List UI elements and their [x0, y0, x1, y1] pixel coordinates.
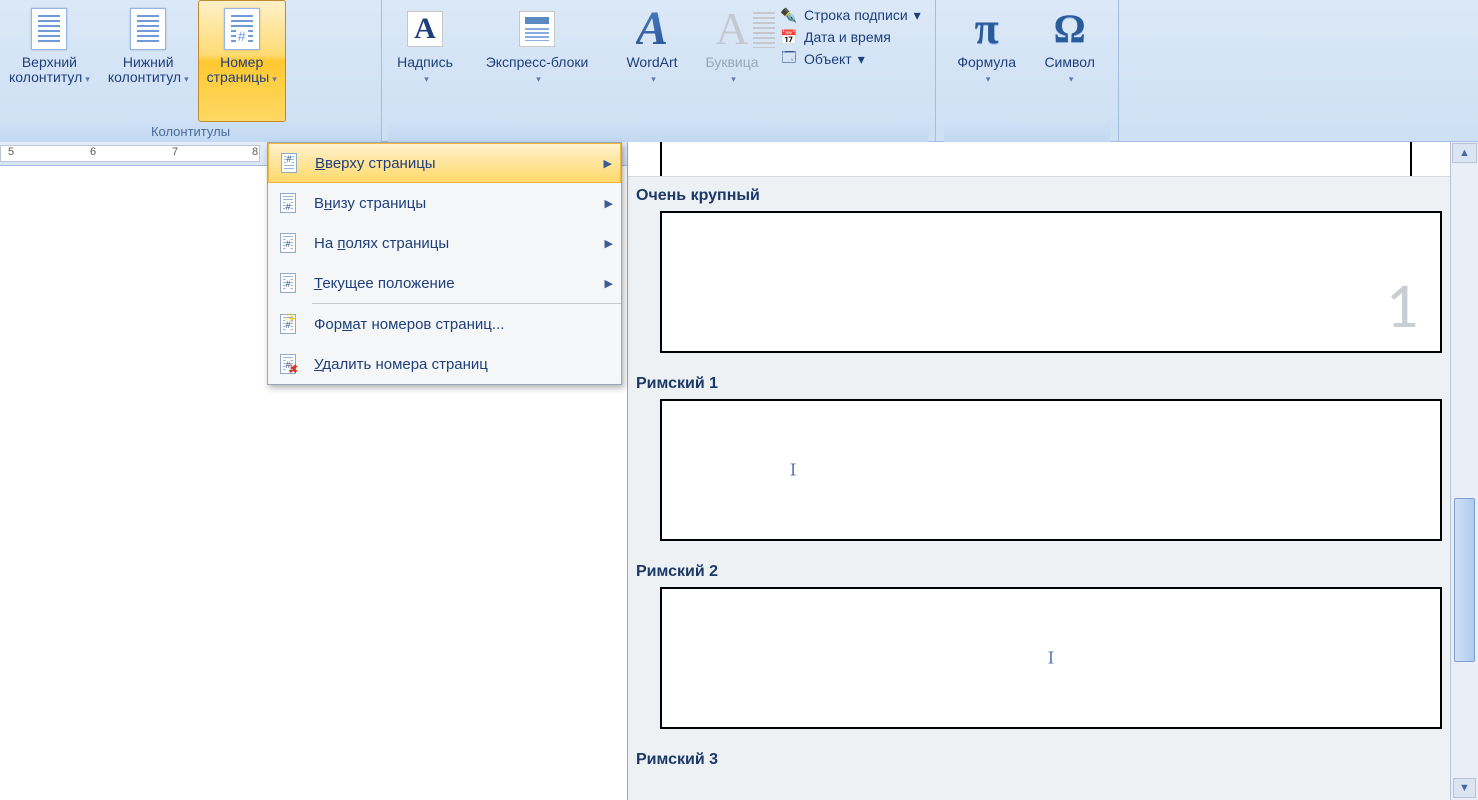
- ribbon: Верхний колонтитул▾ Нижний колонтитул▾ Н…: [0, 0, 1478, 142]
- page-top-icon: [277, 153, 301, 173]
- ruler-tick: 7: [172, 146, 178, 158]
- group-label: [388, 122, 929, 142]
- dropdown-arrow-icon: ▾: [986, 74, 991, 84]
- blocks-icon: [517, 7, 557, 51]
- label: верху страницы: [325, 155, 436, 172]
- submenu-arrow-icon: ▶: [605, 277, 613, 290]
- object-icon: 🗔: [780, 50, 798, 68]
- wordart-icon: A: [632, 7, 672, 51]
- dropdown-arrow-icon: ▾: [272, 74, 277, 84]
- submenu-arrow-icon: ▶: [605, 237, 613, 250]
- wordart-button[interactable]: A WordArt ▾: [612, 0, 692, 122]
- dropdown-arrow-icon: ▾: [731, 74, 736, 84]
- label: Объект: [804, 51, 852, 67]
- label: Нижний колонтитул: [108, 54, 181, 85]
- date-time-button[interactable]: 📅 Дата и время: [772, 26, 929, 48]
- ribbon-group-symbols: π Формула ▾ Ω Символ ▾: [936, 0, 1119, 142]
- menu-remove-numbers[interactable]: ✖ Удалить номера страниц: [268, 344, 621, 384]
- dropdown-arrow-icon: ▾: [184, 74, 189, 84]
- preview-number: I: [790, 460, 796, 481]
- menu-page-margins[interactable]: На полях страницы ▶: [268, 223, 621, 263]
- label: Надпись: [397, 54, 453, 70]
- symbol-button[interactable]: Ω Символ ▾: [1030, 0, 1110, 122]
- bottom-header-button[interactable]: Нижний колонтитул▾: [99, 0, 198, 122]
- ribbon-group-headers: Верхний колонтитул▾ Нижний колонтитул▾ Н…: [0, 0, 382, 142]
- menu-top-of-page[interactable]: Вверху страницы ▶: [268, 143, 621, 183]
- dropdown-arrow-icon: ▾: [1069, 74, 1074, 84]
- equation-button[interactable]: π Формула ▾: [944, 0, 1030, 122]
- vertical-scrollbar[interactable]: ▲ ▼: [1450, 142, 1478, 800]
- page-number-gallery: Очень крупный 1 Римский 1 I Римский 2 I …: [627, 142, 1450, 800]
- page-current-icon: [276, 273, 300, 293]
- top-header-button[interactable]: Верхний колонтитул▾: [0, 0, 99, 122]
- group-label: Колонтитулы: [0, 122, 381, 142]
- ruler-tick: 8: [252, 146, 258, 158]
- label: Символ: [1044, 54, 1094, 70]
- dropdown-arrow-icon: ▾: [858, 51, 865, 68]
- signature-icon: ✒️: [780, 6, 798, 24]
- object-button[interactable]: 🗔 Объект ▾: [772, 48, 929, 70]
- scrollbar-thumb[interactable]: [1454, 498, 1475, 662]
- dropcap-button: A Буквица ▾: [692, 0, 772, 122]
- preview-number: 1: [1386, 267, 1418, 345]
- ribbon-group-text: A Надпись ▾ Экспресс-блоки ▾ A WordArt ▾ A …: [382, 0, 936, 142]
- quick-parts-button[interactable]: Экспресс-блоки ▾: [462, 0, 612, 122]
- calendar-icon: 📅: [780, 28, 798, 46]
- omega-icon: Ω: [1050, 7, 1090, 51]
- gallery-item-roman-2[interactable]: I: [660, 587, 1442, 729]
- ruler-visible: [0, 145, 260, 162]
- label: Формула: [957, 54, 1016, 70]
- dropdown-arrow-icon: ▾: [914, 7, 921, 24]
- submenu-arrow-icon: ▶: [604, 157, 612, 170]
- gallery-item-roman-1[interactable]: I: [660, 399, 1442, 541]
- menu-bottom-of-page[interactable]: Внизу страницы ▶: [268, 183, 621, 223]
- gallery-item-partial[interactable]: [628, 142, 1450, 177]
- scroll-down-button[interactable]: ▼: [1453, 778, 1476, 798]
- dropdown-arrow-icon: ▾: [85, 74, 90, 84]
- format-icon: ✨: [276, 314, 300, 334]
- textbox-icon: A: [405, 7, 445, 51]
- page-number-button[interactable]: Номер страницы▾: [198, 0, 286, 122]
- page-icon: [29, 7, 69, 51]
- signature-line-button[interactable]: ✒️ Строка подписи ▾: [772, 4, 929, 26]
- ruler-tick: 5: [8, 146, 14, 158]
- ruler-tick: 6: [90, 146, 96, 158]
- group-label: [944, 122, 1110, 142]
- dropdown-arrow-icon: ▾: [651, 74, 656, 84]
- scroll-up-button[interactable]: ▲: [1452, 143, 1477, 163]
- dropdown-arrow-icon: ▾: [424, 74, 429, 84]
- label: Верхний колонтитул: [9, 54, 82, 85]
- remove-icon: ✖: [276, 354, 300, 374]
- page-number-icon: [222, 7, 262, 51]
- page-bottom-icon: [276, 193, 300, 213]
- gallery-item-large-right[interactable]: 1: [660, 211, 1442, 353]
- textbox-button[interactable]: A Надпись ▾: [388, 0, 462, 122]
- submenu-arrow-icon: ▶: [605, 197, 613, 210]
- label: Дата и время: [804, 29, 891, 45]
- pi-icon: π: [967, 7, 1007, 51]
- label: WordArt: [626, 54, 677, 70]
- label: Строка подписи: [804, 7, 908, 23]
- label: Экспресс-блоки: [486, 54, 589, 70]
- gallery-section-title: Римский 2: [628, 553, 1450, 587]
- gallery-section-title: Очень крупный: [628, 177, 1450, 211]
- page-icon: [128, 7, 168, 51]
- gallery-section-title: Римский 1: [628, 365, 1450, 399]
- page-number-dropdown: Вверху страницы ▶ Внизу страницы ▶ На по…: [267, 142, 622, 385]
- page-margins-icon: [276, 233, 300, 253]
- gallery-section-title: Римский 3: [628, 741, 1450, 775]
- menu-format-numbers[interactable]: ✨ Формат номеров страниц...: [268, 304, 621, 344]
- menu-current-position[interactable]: Текущее положение ▶: [268, 263, 621, 303]
- dropcap-icon: A: [712, 7, 752, 51]
- label: Буквица: [705, 54, 758, 70]
- label: Номер страницы: [207, 54, 270, 85]
- preview-number: I: [1048, 648, 1054, 669]
- dropdown-arrow-icon: ▾: [536, 74, 541, 84]
